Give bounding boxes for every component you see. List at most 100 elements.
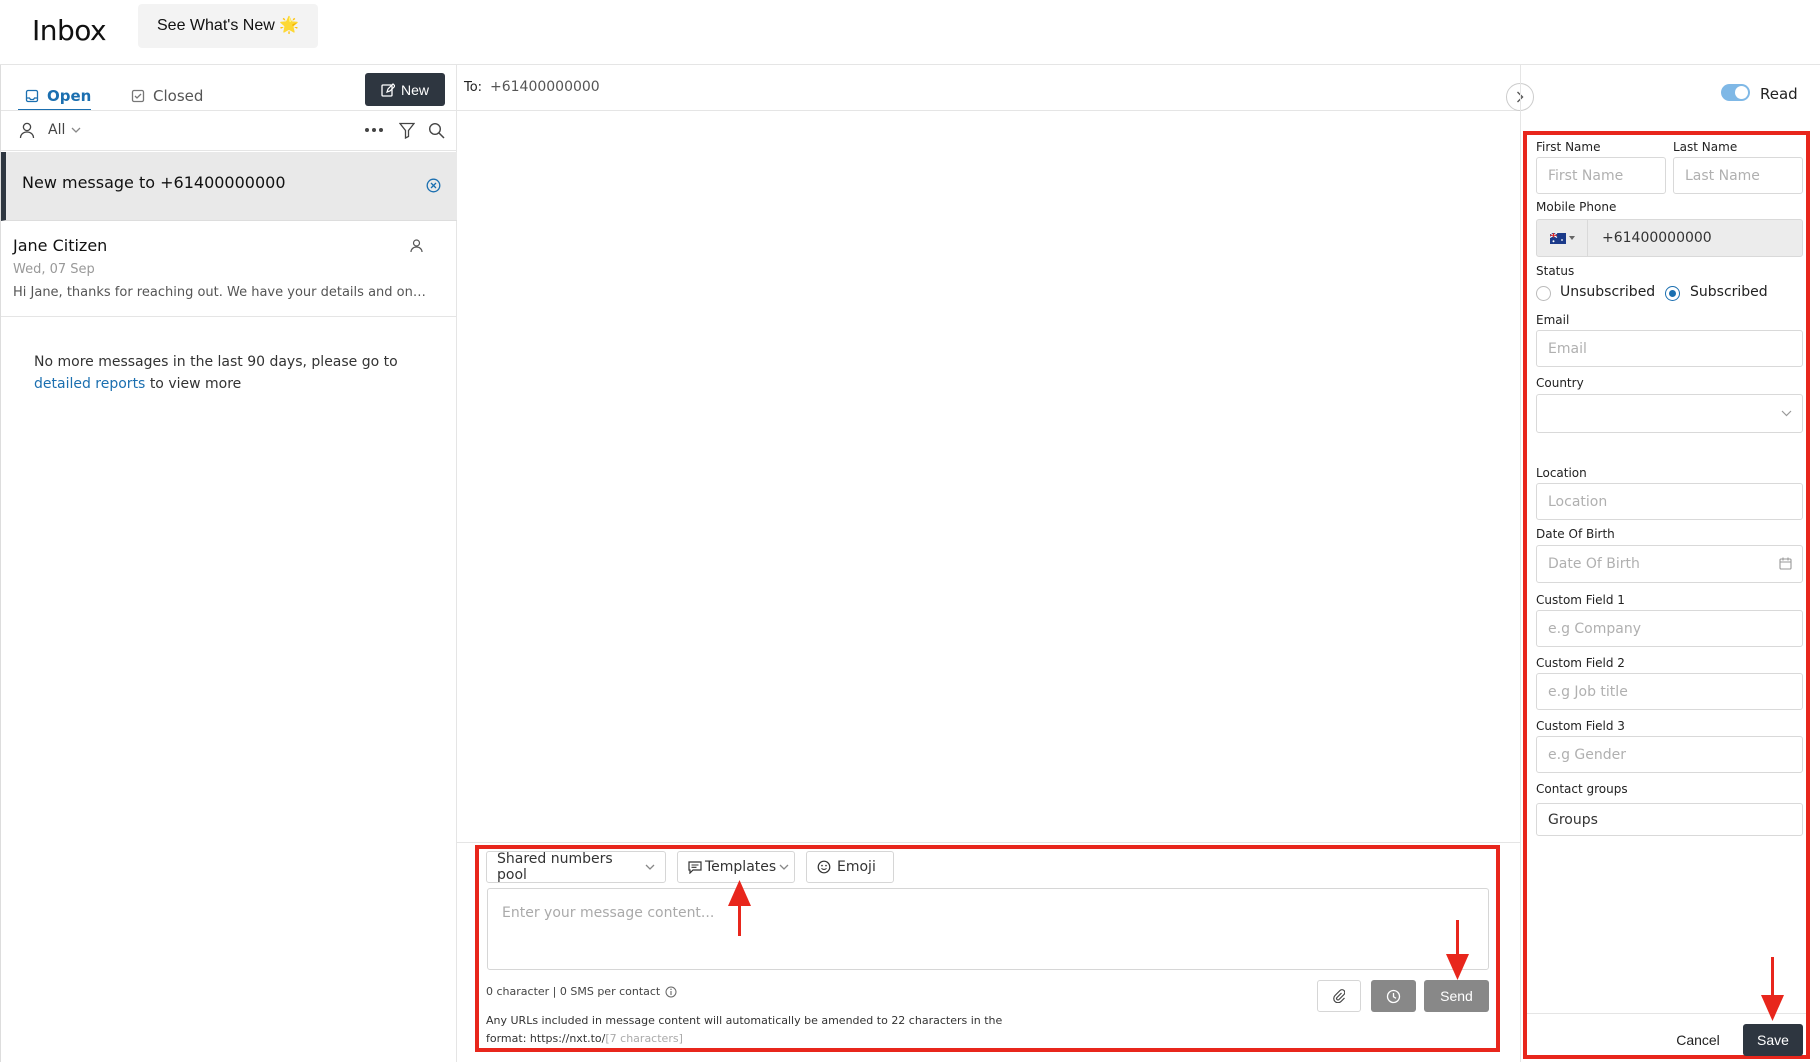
close-circle-icon[interactable] [426, 178, 441, 193]
australia-flag-icon [1549, 232, 1566, 244]
first-name-label: First Name [1536, 140, 1601, 154]
conversation-date: Wed, 07 Sep [13, 262, 95, 277]
country-label: Country [1536, 376, 1584, 390]
custom-field-2-label: Custom Field 2 [1536, 656, 1625, 670]
date-of-birth-label: Date Of Birth [1536, 527, 1615, 541]
status-label: Status [1536, 264, 1575, 278]
country-code-select[interactable] [1537, 220, 1588, 256]
custom-field-1-input[interactable] [1536, 610, 1803, 647]
custom-field-2-input[interactable] [1536, 673, 1803, 710]
clock-icon [1386, 989, 1401, 1004]
tab-closed-label: Closed [153, 87, 204, 105]
subscribed-radio[interactable] [1665, 286, 1680, 301]
cancel-button[interactable]: Cancel [1665, 1024, 1731, 1056]
conversation-title: New message to +61400000000 [22, 173, 286, 192]
whats-new-label: See What's New [157, 17, 275, 34]
url-note-text: Any URLs included in message content wil… [486, 1014, 1003, 1045]
conversation-list-panel: Open Closed New All New message to +6140… [0, 65, 457, 1062]
mobile-phone-label: Mobile Phone [1536, 200, 1617, 214]
whats-new-button[interactable]: See What's New 🌟 [138, 4, 319, 48]
unsubscribed-label: Unsubscribed [1560, 284, 1656, 300]
no-more-suffix: to view more [149, 376, 242, 392]
save-button[interactable]: Save [1743, 1024, 1803, 1056]
custom-field-1-label: Custom Field 1 [1536, 593, 1625, 607]
chevron-down-icon [645, 864, 655, 871]
more-options-icon[interactable] [364, 125, 384, 135]
page-title: Inbox [32, 14, 107, 47]
assignee-filter-label: All [48, 122, 66, 138]
email-label: Email [1536, 313, 1570, 327]
app-header: Inbox See What's New 🌟 [0, 0, 1820, 65]
location-label: Location [1536, 466, 1587, 480]
annotation-arrow-save-shaft [1771, 957, 1774, 997]
new-message-button[interactable]: New [365, 73, 445, 106]
location-input[interactable] [1536, 483, 1803, 520]
send-button[interactable]: Send [1424, 980, 1489, 1012]
closed-inbox-icon [131, 89, 145, 103]
url-shortening-note: Any URLs included in message content wil… [486, 1012, 1006, 1048]
contact-groups-select[interactable]: Groups [1536, 803, 1803, 836]
first-name-input[interactable] [1536, 157, 1666, 194]
inbox-icon [25, 89, 39, 103]
down-arrow-icon [1761, 995, 1784, 1021]
schedule-button[interactable] [1371, 980, 1416, 1012]
conversation-preview: Hi Jane, thanks for reaching out. We hav… [13, 285, 433, 300]
tab-closed[interactable]: Closed [131, 81, 203, 111]
calendar-icon[interactable] [1779, 557, 1792, 570]
filter-toolbar: All [1, 111, 457, 151]
character-count: 0 character | 0 SMS per contact [486, 985, 677, 998]
subscribed-label: Subscribed [1690, 284, 1768, 300]
attach-button[interactable] [1317, 980, 1361, 1012]
star-icon: 🌟 [279, 17, 300, 34]
contact-icon [410, 239, 423, 253]
templates-button[interactable]: Templates [677, 851, 795, 883]
contact-groups-label: Contact groups [1536, 782, 1628, 796]
no-more-messages-note: No more messages in the last 90 days, pl… [34, 351, 414, 395]
composer-divider [457, 842, 1520, 843]
mobile-phone-field[interactable]: +61400000000 [1536, 219, 1803, 257]
no-more-text: No more messages in the last 90 days, pl… [34, 354, 398, 370]
date-of-birth-input[interactable]: Date Of Birth [1536, 545, 1803, 583]
message-template-icon [688, 860, 702, 874]
up-arrow-icon [728, 880, 751, 906]
info-icon[interactable] [665, 986, 677, 998]
recipient-value: +61400000000 [490, 79, 600, 95]
date-of-birth-placeholder: Date Of Birth [1548, 556, 1640, 572]
caret-down-icon [1568, 236, 1575, 240]
detailed-reports-link[interactable]: detailed reports [34, 376, 145, 392]
conversation-item-jane[interactable]: Jane Citizen Wed, 07 Sep Hi Jane, thanks… [1, 222, 457, 317]
sender-number-select[interactable]: Shared numbers pool [486, 851, 666, 883]
emoji-button[interactable]: Emoji [806, 851, 894, 883]
recipient-row: To: +61400000000 [457, 65, 1520, 111]
templates-label: Templates [705, 859, 777, 875]
user-icon [19, 122, 35, 139]
mobile-phone-value: +61400000000 [1602, 230, 1712, 246]
new-button-label: New [400, 81, 429, 98]
email-input[interactable] [1536, 330, 1803, 367]
read-label: Read [1760, 85, 1798, 103]
conversation-item-new[interactable]: New message to +61400000000 [1, 152, 457, 221]
last-name-label: Last Name [1673, 140, 1738, 154]
message-input[interactable] [487, 888, 1489, 970]
assignee-filter[interactable]: All [48, 122, 81, 138]
character-count-text: 0 character | 0 SMS per contact [486, 985, 661, 998]
emoji-label: Emoji [837, 859, 876, 875]
country-select[interactable] [1536, 394, 1803, 433]
tab-open[interactable]: Open [25, 81, 91, 111]
chevron-down-icon [1781, 410, 1792, 417]
url-note-length: [7 characters] [605, 1032, 683, 1045]
filter-icon[interactable] [399, 122, 415, 139]
edit-icon [381, 82, 395, 97]
down-arrow-icon [1446, 954, 1469, 980]
search-icon[interactable] [428, 122, 445, 139]
paperclip-icon [1333, 989, 1345, 1003]
custom-field-3-input[interactable] [1536, 736, 1803, 773]
chevron-down-icon [779, 864, 789, 871]
smiley-icon [817, 860, 831, 874]
last-name-input[interactable] [1673, 157, 1803, 194]
unsubscribed-radio[interactable] [1536, 286, 1551, 301]
sender-number-label: Shared numbers pool [497, 851, 613, 883]
chevron-down-icon [71, 127, 81, 134]
to-label: To: [464, 80, 483, 95]
annotation-arrow-send-shaft [1456, 920, 1459, 955]
